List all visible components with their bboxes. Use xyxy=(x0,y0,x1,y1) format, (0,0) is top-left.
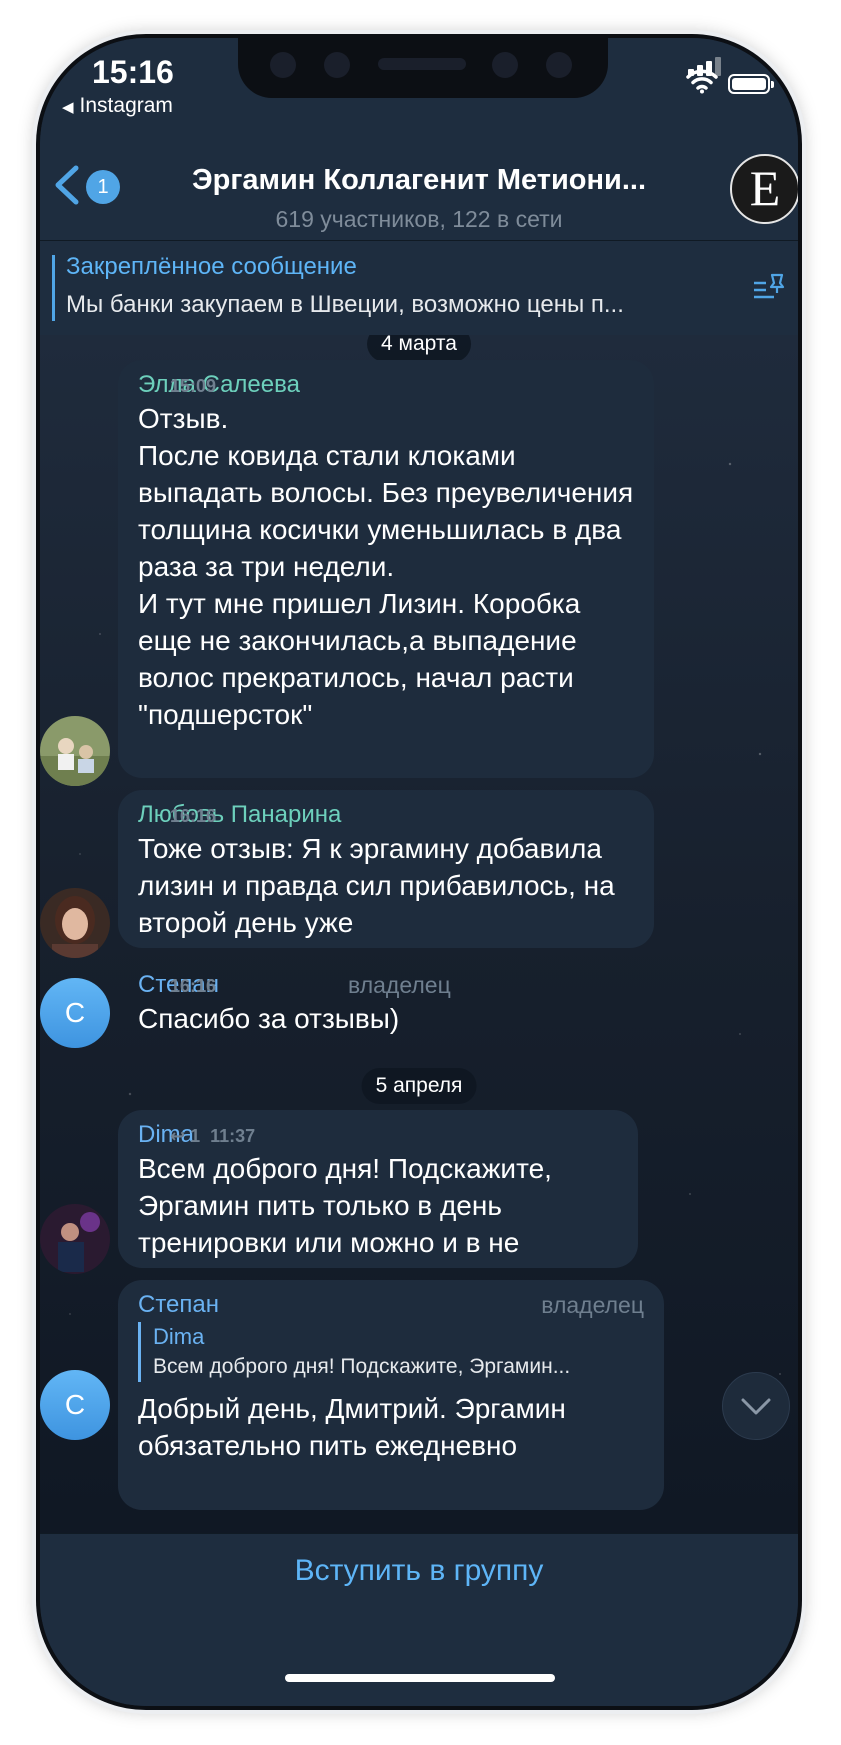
reply-count: 1 xyxy=(190,1126,201,1146)
scroll-down-button[interactable] xyxy=(722,1372,790,1440)
avatar[interactable] xyxy=(40,1204,110,1274)
battery-icon xyxy=(728,74,774,94)
message-bubble[interactable]: Степан владелец Спасибо за отзывы) 16:16 xyxy=(118,960,498,1050)
join-group-button[interactable]: Вступить в группу xyxy=(40,1554,798,1588)
message-bubble[interactable]: Любовь Панарина Тоже отзыв: Я к эргамину… xyxy=(118,790,654,948)
back-app-label: Instagram xyxy=(79,94,173,117)
notch xyxy=(238,38,608,98)
chat-subtitle: 619 участников, 122 в сети xyxy=(275,206,563,232)
message-time: 16:16 xyxy=(170,976,217,996)
message-bubble[interactable]: Dima Всем доброго дня! Подскажите, Эргам… xyxy=(118,1110,638,1268)
photo-avatar-image xyxy=(40,716,110,786)
clock: 15:16 xyxy=(92,54,174,90)
message-meta: ↩ 1 11:37 xyxy=(170,1126,620,1256)
date-separator: 4 марта xyxy=(367,334,471,362)
message-time: 11:37 xyxy=(210,1126,256,1146)
quoted-author: Dima xyxy=(153,1324,205,1349)
pinned-message[interactable]: Закреплённое сообщение Мы банки закупаем… xyxy=(40,240,798,335)
avatar[interactable]: С xyxy=(40,1370,110,1440)
reply-icon: ↩ xyxy=(170,1126,186,1146)
back-triangle-icon: ◀ xyxy=(62,99,74,116)
chat-avatar[interactable]: E xyxy=(730,154,798,224)
pinned-list-icon[interactable] xyxy=(752,271,786,303)
avatar[interactable]: С xyxy=(40,978,110,1048)
chat-area[interactable]: 4 марта Элла Салеева Отзыв. После ковида… xyxy=(40,334,798,1534)
home-indicator[interactable] xyxy=(285,1674,555,1682)
pinned-title: Закреплённое сообщение xyxy=(66,253,357,280)
message-time: 16:16 xyxy=(170,806,217,826)
chat-header: 1 Эргамин Коллагенит Метиони... 619 учас… xyxy=(40,124,798,240)
join-bar: Вступить в группу xyxy=(40,1533,798,1706)
message-time: 15:09 xyxy=(170,376,217,396)
photo-avatar-image xyxy=(40,1204,110,1274)
avatar[interactable] xyxy=(40,888,110,958)
screen: 15:16 ◀ Instagram 1 Эргамин Коллагенит М… xyxy=(40,38,798,1706)
phone-frame: 15:16 ◀ Instagram 1 Эргамин Коллагенит М… xyxy=(36,34,802,1710)
back-to-app-link[interactable]: ◀ Instagram xyxy=(62,94,173,118)
pinned-text: Мы банки закупаем в Швеции, возможно цен… xyxy=(66,291,624,318)
quoted-text: Всем доброго дня! Подскажите, Эргамин... xyxy=(153,1355,571,1378)
message-bubble[interactable]: Элла Салеева Отзыв. После ковида стали к… xyxy=(118,360,654,778)
owner-badge: владелец xyxy=(541,1292,644,1318)
chevron-down-icon xyxy=(741,1398,771,1415)
message-text: Добрый день, Дмитрий. Эргамин обязательн… xyxy=(138,1393,566,1461)
wifi-icon xyxy=(686,69,718,94)
pinned-accent-bar xyxy=(52,255,55,321)
photo-avatar-image xyxy=(40,888,110,958)
chat-title[interactable]: Эргамин Коллагенит Метиони... xyxy=(130,164,708,197)
avatar[interactable] xyxy=(40,716,110,786)
quoted-reply[interactable]: Dima Всем доброго дня! Подскажите, Эргам… xyxy=(138,1322,644,1382)
date-separator: 5 апреля xyxy=(361,1068,477,1104)
message-bubble[interactable]: Степан владелец Dima Всем доброго дня! П… xyxy=(118,1280,664,1510)
unread-badge[interactable]: 1 xyxy=(86,170,120,204)
back-chevron-icon[interactable] xyxy=(50,164,82,206)
